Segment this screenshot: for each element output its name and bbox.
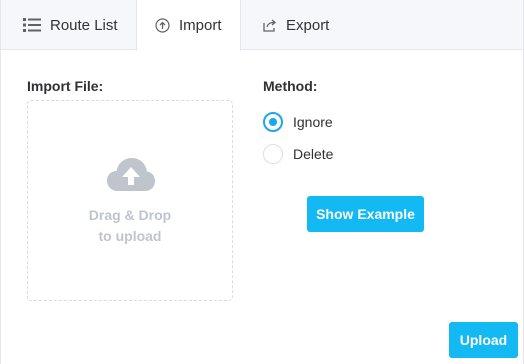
tab-route-list-label: Route List	[50, 16, 118, 34]
tab-bar: Route List Import Export	[1, 0, 523, 51]
upload-button[interactable]: Upload	[449, 322, 518, 358]
radio-ignore-circle[interactable]	[263, 112, 283, 132]
share-icon	[263, 19, 277, 32]
radio-ignore-label: Ignore	[293, 114, 333, 130]
list-icon	[23, 18, 41, 32]
cloud-upload-icon	[106, 157, 156, 193]
method-label: Method:	[263, 78, 318, 94]
dropzone-line1: Drag & Drop	[88, 207, 172, 223]
import-file-label: Import File:	[27, 78, 104, 94]
radio-ignore[interactable]: Ignore	[263, 112, 333, 132]
dropzone-text: Drag & Drop to upload	[28, 205, 232, 247]
radio-delete-circle[interactable]	[263, 144, 283, 164]
radio-delete[interactable]: Delete	[263, 144, 333, 164]
tab-import[interactable]: Import	[136, 0, 241, 51]
radio-delete-label: Delete	[293, 146, 334, 162]
tab-export-label: Export	[286, 16, 330, 34]
tab-route-list[interactable]: Route List	[23, 0, 118, 50]
tab-import-label: Import	[179, 17, 222, 34]
upload-circle-icon	[155, 18, 170, 33]
import-panel: Route List Import Export Import File: Dr…	[0, 0, 524, 364]
tab-export[interactable]: Export	[263, 0, 329, 50]
dropzone-line2: to upload	[98, 228, 162, 244]
show-example-button[interactable]: Show Example	[307, 196, 424, 232]
file-dropzone[interactable]: Drag & Drop to upload	[27, 100, 233, 301]
